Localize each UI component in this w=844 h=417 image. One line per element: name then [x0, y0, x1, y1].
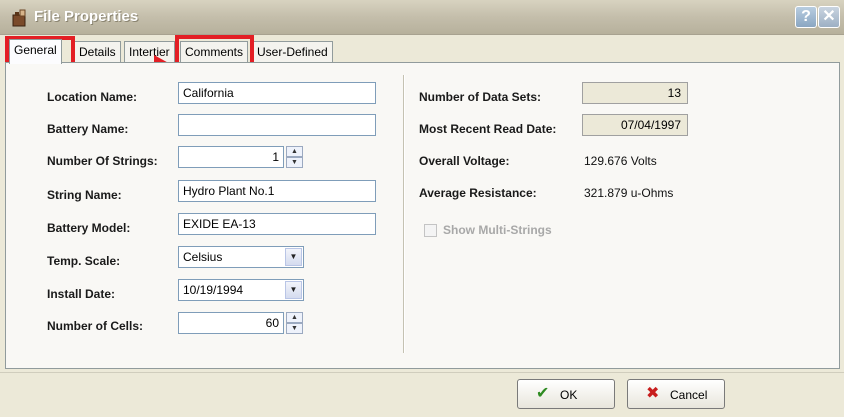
- install-date-picker[interactable]: 10/19/1994 ▼: [178, 279, 304, 301]
- overall-voltage-label: Overall Voltage:: [419, 154, 510, 168]
- number-of-cells-input[interactable]: 60: [178, 312, 284, 334]
- location-name-label: Location Name:: [47, 90, 138, 104]
- number-of-strings-input[interactable]: 1: [178, 146, 284, 168]
- average-resistance-label: Average Resistance:: [419, 186, 537, 200]
- string-name-label: String Name:: [47, 188, 122, 202]
- number-of-data-sets-label: Number of Data Sets:: [419, 90, 542, 104]
- app-icon: [10, 8, 30, 28]
- help-button[interactable]: ?: [795, 6, 817, 28]
- battery-name-label: Battery Name:: [47, 122, 129, 136]
- most-recent-read-date-label: Most Recent Read Date:: [419, 122, 557, 136]
- close-button[interactable]: ✕: [818, 6, 840, 28]
- cancel-button[interactable]: ✖ Cancel: [627, 379, 725, 409]
- button-bar-separator: [0, 372, 844, 373]
- stepper-down-icon[interactable]: ▼: [286, 157, 303, 168]
- number-of-strings-stepper[interactable]: ▲ ▼: [286, 146, 303, 168]
- tab-general[interactable]: General: [9, 39, 62, 64]
- stepper-up-icon[interactable]: ▲: [286, 312, 303, 323]
- ok-button[interactable]: ✔ OK: [517, 379, 615, 409]
- show-multi-strings-label: Show Multi-Strings: [443, 223, 552, 237]
- location-name-input[interactable]: California: [178, 82, 376, 104]
- temp-scale-value: Celsius: [183, 250, 223, 264]
- temp-scale-label: Temp. Scale:: [47, 254, 121, 268]
- title-bar: File Properties ? ✕: [0, 0, 844, 35]
- stepper-up-icon[interactable]: ▲: [286, 146, 303, 157]
- number-of-cells-label: Number of Cells:: [47, 319, 144, 333]
- battery-name-input[interactable]: [178, 114, 376, 136]
- string-name-input[interactable]: Hydro Plant No.1: [178, 180, 376, 202]
- tab-details[interactable]: Details: [74, 41, 121, 63]
- battery-model-label: Battery Model:: [47, 221, 131, 235]
- battery-model-input[interactable]: EXIDE EA-13: [178, 213, 376, 235]
- checkmark-icon: ✔: [536, 385, 550, 402]
- ok-label: OK: [560, 388, 578, 402]
- temp-scale-select[interactable]: Celsius ▼: [178, 246, 304, 268]
- chevron-down-icon[interactable]: ▼: [285, 281, 302, 299]
- install-date-label: Install Date:: [47, 287, 116, 301]
- show-multi-strings-checkbox[interactable]: [424, 224, 437, 237]
- number-of-cells-stepper[interactable]: ▲ ▼: [286, 312, 303, 334]
- window-title: File Properties: [34, 8, 139, 25]
- column-divider: [403, 75, 405, 353]
- stepper-down-icon[interactable]: ▼: [286, 323, 303, 334]
- chevron-down-icon[interactable]: ▼: [285, 248, 302, 266]
- tab-user-defined[interactable]: User-Defined: [252, 41, 333, 63]
- number-of-data-sets-value: 13: [582, 82, 688, 104]
- x-icon: ✖: [646, 385, 660, 402]
- average-resistance-value: 321.879 u-Ohms: [584, 186, 674, 200]
- overall-voltage-value: 129.676 Volts: [584, 154, 657, 168]
- number-of-strings-label: Number Of Strings:: [47, 154, 158, 168]
- tab-strip: General Details Intertier Comments User-…: [5, 39, 840, 64]
- install-date-value: 10/19/1994: [183, 283, 244, 297]
- most-recent-read-date-value: 07/04/1997: [582, 114, 688, 136]
- general-panel: Location Name: California Battery Name: …: [5, 62, 840, 369]
- cancel-label: Cancel: [670, 388, 708, 402]
